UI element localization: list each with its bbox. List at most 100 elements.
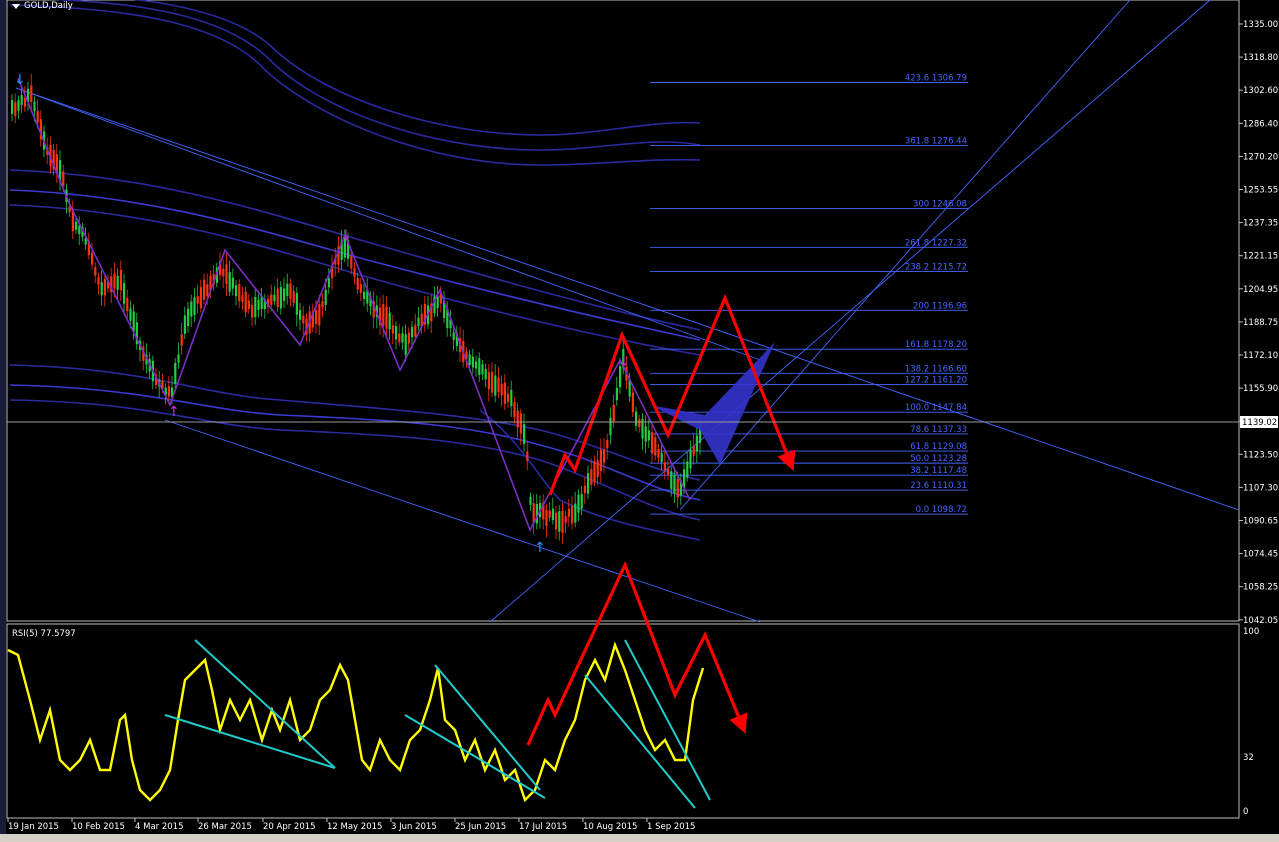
candle-body [33,101,36,112]
candle-body [686,461,689,478]
candle-body [180,334,183,346]
trading-chart[interactable]: 423.6 1306.79 361.8 1276.44 300 1246.08 261… [0,0,1279,842]
candle-body [574,503,577,523]
price-axis-label: 1123.50 [1243,450,1278,460]
price-axis-label: 1221.15 [1243,252,1278,262]
candle-body [23,97,26,107]
candle-body [452,332,455,340]
current-price-label: 1139.02 [1242,418,1277,428]
fib-level-label: 61.8 1129.08 [910,442,967,452]
candle-body [356,278,359,290]
candle-body [251,305,254,318]
fib-level-label: 138.2 1166.60 [905,364,967,374]
low-marker-icon: ↑ [534,540,546,556]
price-axis-label: 1237.35 [1243,219,1278,229]
fib-level-label: 78.6 1137.33 [910,425,967,435]
time-axis-label: 3 Jun 2015 [391,822,437,832]
price-axis-label: 1058.25 [1243,583,1278,593]
time-axis-label: 1 Sep 2015 [647,822,695,832]
candle-body [638,419,641,428]
price-axis-label: 1270.20 [1243,152,1278,162]
candle-body [673,474,676,494]
candle-body [244,291,247,313]
candle-body [535,503,538,524]
candle-body [190,301,193,317]
candle-body [273,294,276,302]
candle-body [599,449,602,472]
candle-body [17,100,20,111]
candle-body [606,439,609,449]
candle-body [417,317,420,326]
candle-body [676,478,679,498]
candle-body [407,332,410,344]
candle-body [651,432,654,454]
candle-body [484,369,487,380]
fib-level-label: 200 1196.96 [913,301,967,311]
candle-body [97,276,100,285]
time-axis-label: 17 Jul 2015 [519,822,567,832]
time-axis-label: 10 Feb 2015 [72,822,125,832]
candle-body [494,375,497,396]
fib-level-label: 0.0 1098.72 [916,505,967,515]
price-axis-label: 1042.05 [1243,616,1278,626]
rsi-label: RSI(5) 77.5797 [12,629,76,639]
candle-body [551,508,554,521]
candle-body [276,288,279,308]
candle-body [481,364,484,375]
candle-body [615,387,618,401]
candle-body [270,294,273,305]
candle-body [116,275,119,290]
time-axis-label: 19 Jan 2015 [8,822,59,832]
time-axis-label: 26 Mar 2015 [198,822,252,832]
candle-body [75,221,78,230]
candle-body [404,334,407,355]
price-axis-label: 1286.40 [1243,119,1278,129]
high-marker-icon: ↓ [340,228,352,244]
candle-body [235,285,238,296]
candle-body [631,392,634,413]
price-axis-label: 1302.60 [1243,86,1278,96]
candle-body [174,362,177,385]
candle-body [183,315,186,334]
candle-body [225,264,228,285]
candle-body [363,291,366,300]
price-axis-label: 1188.75 [1243,318,1278,328]
candle-body [571,506,574,524]
low-marker-icon: ↓ [14,72,26,88]
fib-level-label: 23.6 1110.31 [910,481,967,491]
time-axis-label: 25 Jun 2015 [455,822,506,832]
fib-level-label: 238.2 1215.72 [905,262,967,272]
candle-body [567,508,570,517]
candle-body [580,493,583,509]
candle-body [398,333,401,343]
candle-body [193,297,196,316]
candle-body [103,279,106,296]
candle-body [302,315,305,324]
candle-body [513,401,516,418]
price-axis-label: 1107.30 [1243,483,1278,493]
candle-body [503,382,506,405]
candle-body [612,404,615,423]
candle-body [478,358,481,376]
candle-body [241,295,244,302]
candle-body [436,296,439,309]
candle-body [318,304,321,326]
candle-body [647,430,650,441]
candle-body [231,277,234,289]
candle-body [199,287,202,308]
candle-body [475,361,478,369]
fib-level-label: 423.6 1306.79 [905,74,967,84]
candle-body [132,311,135,332]
candle-body [20,95,23,105]
candle-body [359,284,362,293]
candle-body [327,278,330,288]
candle-body [545,509,548,526]
left-border [0,0,6,842]
candle-body [196,296,199,304]
candle-body [596,460,599,478]
price-axis-label: 1074.45 [1243,550,1278,560]
candle-body [529,496,532,505]
candle-body [100,282,103,296]
chart-tabs-bar [0,834,1279,842]
candle-body [254,296,257,318]
